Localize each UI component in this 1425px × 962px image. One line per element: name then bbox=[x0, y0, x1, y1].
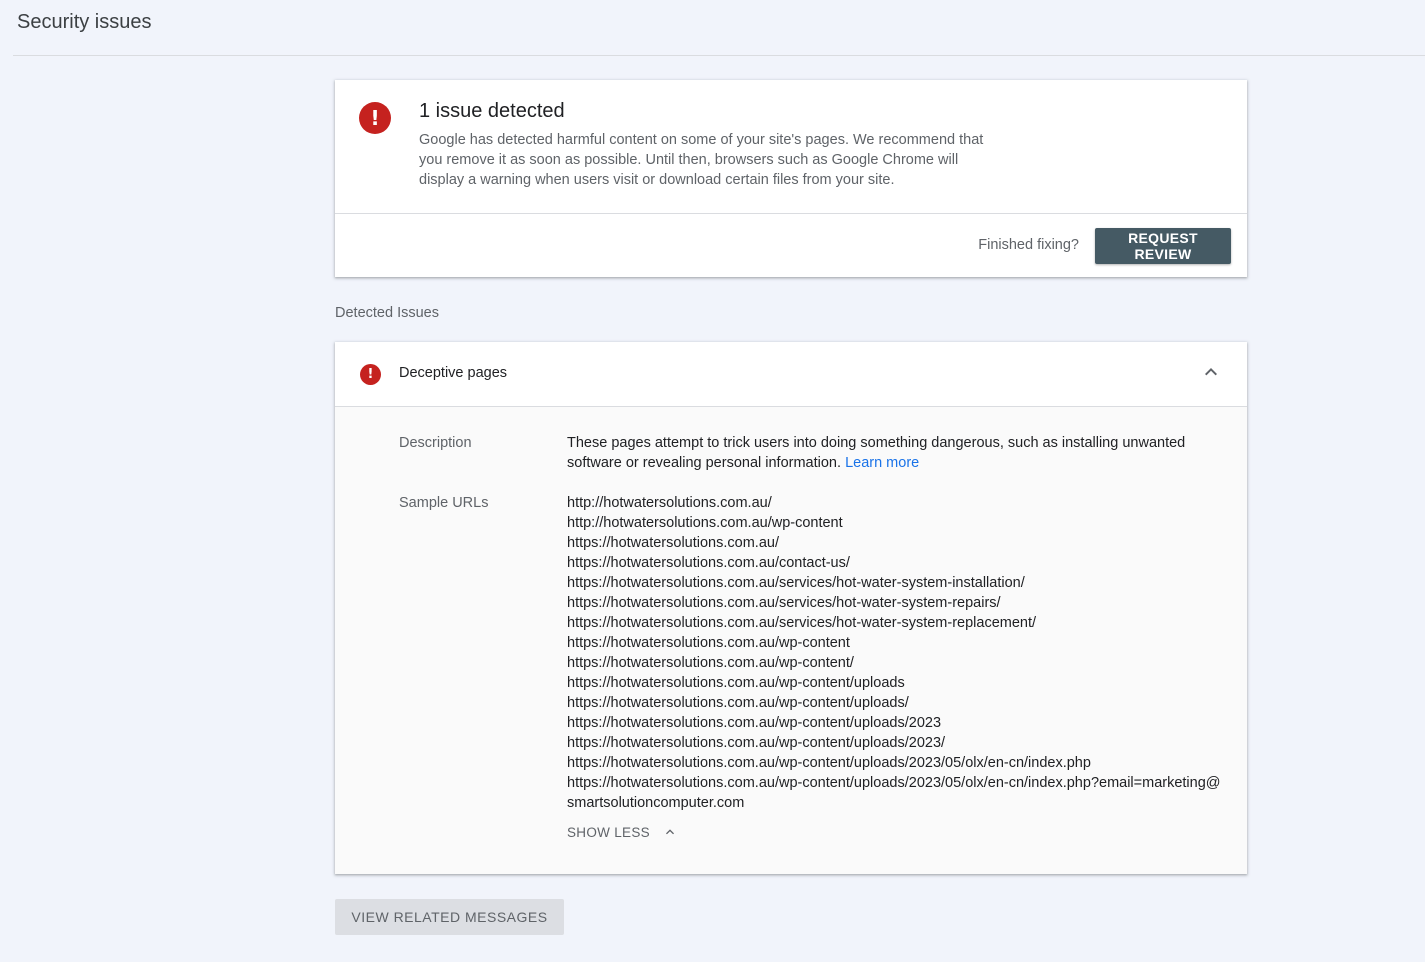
show-less-label: SHOW LESS bbox=[567, 824, 650, 840]
sample-url-item: https://hotwatersolutions.com.au/wp-cont… bbox=[567, 715, 942, 731]
sample-urls: http://hotwatersolutions.com.au/http://h… bbox=[567, 493, 1223, 813]
header-divider bbox=[13, 55, 1425, 56]
detected-issues-label: Detected Issues bbox=[335, 305, 439, 321]
summary-divider bbox=[335, 213, 1247, 214]
issue-details: Description These pages attempt to trick… bbox=[335, 406, 1247, 874]
url-list: http://hotwatersolutions.com.au/http://h… bbox=[567, 493, 1223, 813]
page-title: Security issues bbox=[17, 11, 152, 33]
sample-url-item: https://hotwatersolutions.com.au/wp-cont… bbox=[567, 755, 1091, 771]
sample-url-item: https://hotwatersolutions.com.au/contact… bbox=[567, 555, 850, 571]
issue-count-title: 1 issue detected bbox=[419, 100, 565, 122]
sample-url-item: https://hotwatersolutions.com.au/wp-cont… bbox=[567, 695, 909, 711]
sample-url-item: https://hotwatersolutions.com.au/wp-cont… bbox=[567, 775, 1221, 811]
error-icon: ! bbox=[359, 102, 391, 134]
error-icon: ! bbox=[360, 364, 381, 385]
issue-header[interactable]: ! Deceptive pages bbox=[335, 342, 1247, 406]
sample-url-item: https://hotwatersolutions.com.au/service… bbox=[567, 615, 1037, 631]
sample-url-item: https://hotwatersolutions.com.au/ bbox=[567, 535, 779, 551]
sample-url-item: https://hotwatersolutions.com.au/wp-cont… bbox=[567, 735, 946, 751]
description-value: These pages attempt to trick users into … bbox=[567, 433, 1227, 473]
page-header: Security issues bbox=[0, 0, 1425, 55]
finished-fixing-label: Finished fixing? bbox=[978, 237, 1079, 253]
summary-top: ! 1 issue detected Google has detected h… bbox=[335, 80, 1247, 213]
chevron-up-icon[interactable] bbox=[1199, 360, 1223, 384]
sample-url-item: https://hotwatersolutions.com.au/wp-cont… bbox=[567, 655, 854, 671]
sample-url-item: https://hotwatersolutions.com.au/service… bbox=[567, 595, 1001, 611]
sample-urls-label: Sample URLs bbox=[399, 495, 489, 511]
issue-card: ! Deceptive pages Description These page… bbox=[335, 342, 1247, 874]
sample-url-item: https://hotwatersolutions.com.au/wp-cont… bbox=[567, 675, 905, 691]
sample-url-item: http://hotwatersolutions.com.au/ bbox=[567, 495, 772, 511]
chevron-up-icon bbox=[665, 829, 674, 835]
learn-more-link[interactable]: Learn more bbox=[845, 455, 919, 471]
issues-summary-card: ! 1 issue detected Google has detected h… bbox=[335, 80, 1247, 277]
sample-url-item: https://hotwatersolutions.com.au/wp-cont… bbox=[567, 635, 850, 651]
summary-description: Google has detected harmful content on s… bbox=[419, 132, 984, 188]
description-label: Description bbox=[399, 435, 472, 451]
show-less-button[interactable]: SHOW LESS bbox=[567, 822, 678, 842]
view-related-messages-button[interactable]: VIEW RELATED MESSAGES bbox=[335, 899, 564, 935]
sample-url-item: http://hotwatersolutions.com.au/wp-conte… bbox=[567, 515, 843, 531]
request-review-button[interactable]: REQUEST REVIEW bbox=[1095, 228, 1231, 264]
sample-url-item: https://hotwatersolutions.com.au/service… bbox=[567, 575, 1025, 591]
issue-name: Deceptive pages bbox=[399, 365, 508, 381]
